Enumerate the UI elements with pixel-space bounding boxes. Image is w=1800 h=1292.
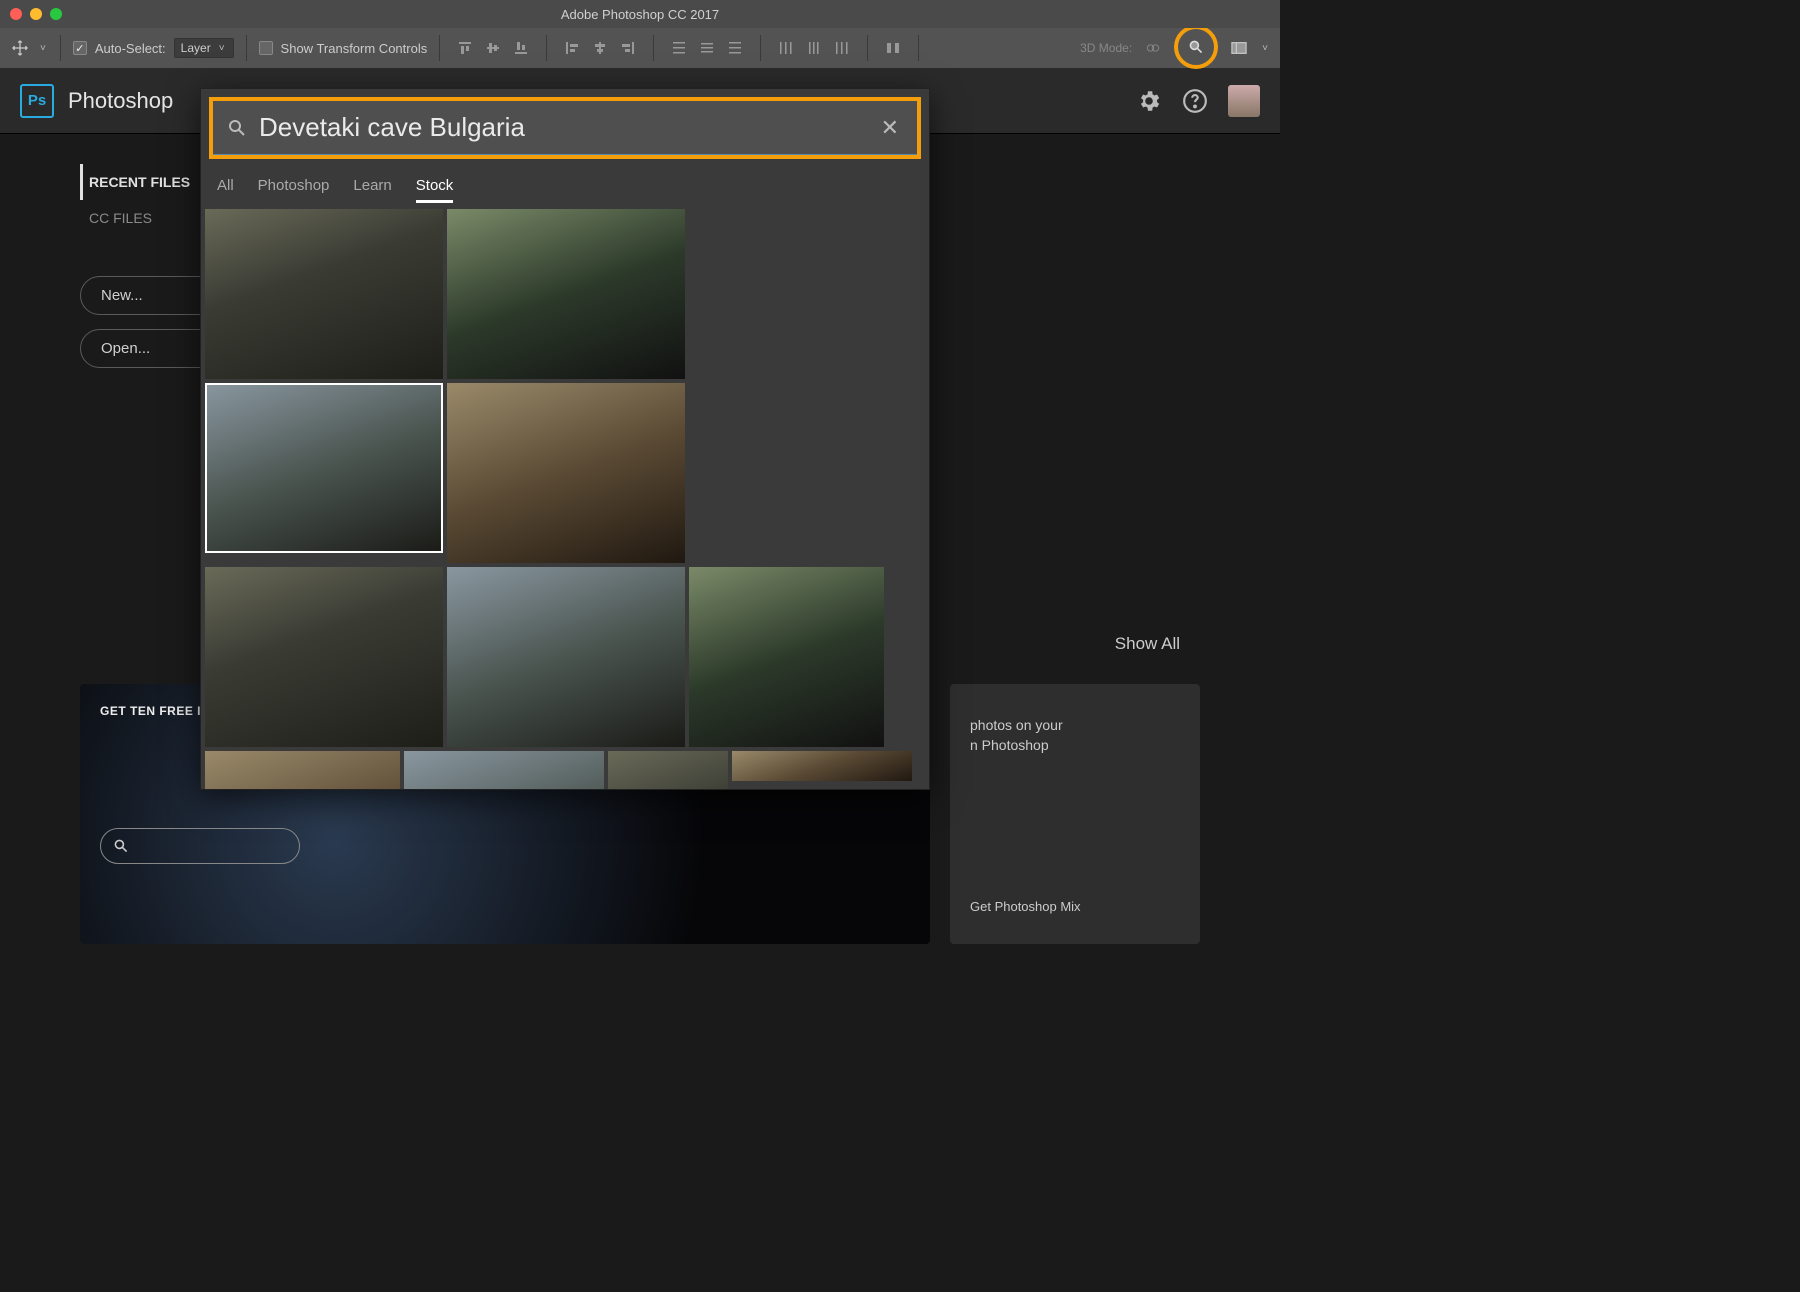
search-icon — [227, 118, 247, 138]
distribute-vcenter-icon[interactable] — [694, 35, 720, 61]
auto-select-label: Auto-Select: — [95, 41, 166, 56]
move-tool-icon[interactable] — [10, 38, 30, 58]
separator — [439, 35, 440, 61]
result-thumb[interactable] — [205, 209, 443, 379]
separator — [246, 35, 247, 61]
mode-3d-label: 3D Mode: — [1080, 41, 1132, 55]
search-panel: ✕ All Photoshop Learn Stock — [200, 88, 930, 790]
tab-learn[interactable]: Learn — [353, 177, 391, 203]
align-group-1 — [452, 35, 534, 61]
search-field: ✕ — [213, 101, 917, 155]
align-horizontal-centers-icon[interactable] — [587, 35, 613, 61]
distribute-hcenter-icon[interactable] — [801, 35, 827, 61]
separator — [546, 35, 547, 61]
result-thumb[interactable] — [447, 209, 685, 379]
search-field-highlight: ✕ — [209, 97, 921, 159]
result-thumb[interactable] — [205, 383, 443, 553]
app-name: Photoshop — [68, 88, 173, 114]
distribute-group-1 — [666, 35, 748, 61]
search-results — [201, 209, 929, 789]
tab-all[interactable]: All — [217, 177, 234, 203]
align-vertical-centers-icon[interactable] — [480, 35, 506, 61]
align-bottom-edges-icon[interactable] — [508, 35, 534, 61]
show-all-link[interactable]: Show All — [1115, 634, 1180, 654]
help-icon[interactable] — [1182, 88, 1208, 114]
result-thumb[interactable] — [447, 567, 685, 747]
auto-select-target-select[interactable]: Layer ˅ — [174, 38, 234, 58]
card-right[interactable]: photos on your n Photoshop Get Photoshop… — [950, 684, 1200, 944]
user-avatar[interactable] — [1228, 85, 1260, 117]
mode-3d-icon[interactable] — [1140, 35, 1166, 61]
result-thumb[interactable] — [732, 751, 912, 781]
result-thumb[interactable] — [205, 751, 400, 789]
separator — [867, 35, 868, 61]
separator — [760, 35, 761, 61]
window-title: Adobe Photoshop CC 2017 — [0, 7, 1280, 22]
separator — [60, 35, 61, 61]
workspace-switcher-icon[interactable] — [1226, 35, 1252, 61]
tab-photoshop[interactable]: Photoshop — [258, 177, 330, 203]
distribute-left-icon[interactable] — [773, 35, 799, 61]
distribute-bottom-icon[interactable] — [722, 35, 748, 61]
align-left-edges-icon[interactable] — [559, 35, 585, 61]
auto-select-target-value: Layer — [181, 41, 211, 55]
result-thumb[interactable] — [608, 751, 728, 789]
title-bar: Adobe Photoshop CC 2017 — [0, 0, 1280, 28]
result-thumb[interactable] — [447, 383, 685, 563]
distribute-group-2 — [773, 35, 855, 61]
chevron-down-icon: ˅ — [217, 43, 227, 54]
distribute-right-icon[interactable] — [829, 35, 855, 61]
zoom-window[interactable] — [50, 8, 62, 20]
search-button-highlight — [1174, 25, 1218, 69]
clear-search-icon[interactable]: ✕ — [877, 115, 903, 141]
search-icon[interactable] — [1183, 34, 1209, 60]
result-thumb[interactable] — [205, 567, 443, 747]
separator — [653, 35, 654, 61]
workspace-chevron-icon[interactable]: ˅ — [1260, 43, 1270, 54]
separator — [918, 35, 919, 61]
close-window[interactable] — [10, 8, 22, 20]
tool-preset-chevron-icon[interactable]: ˅ — [38, 43, 48, 54]
align-right-edges-icon[interactable] — [615, 35, 641, 61]
search-input[interactable] — [257, 111, 867, 144]
result-thumb[interactable] — [404, 751, 604, 789]
tab-stock[interactable]: Stock — [416, 177, 454, 203]
distribute-top-icon[interactable] — [666, 35, 692, 61]
card-link-mix[interactable]: Get Photoshop Mix — [970, 899, 1081, 914]
card-right-text: photos on your n Photoshop — [970, 716, 1180, 755]
window-controls — [0, 8, 62, 20]
show-transform-label: Show Transform Controls — [281, 41, 428, 56]
search-tabs: All Photoshop Learn Stock — [201, 167, 929, 209]
gear-icon[interactable] — [1136, 88, 1162, 114]
options-bar: ˅ Auto-Select: Layer ˅ Show Transform Co… — [0, 28, 1280, 68]
align-group-2 — [559, 35, 641, 61]
align-top-edges-icon[interactable] — [452, 35, 478, 61]
minimize-window[interactable] — [30, 8, 42, 20]
show-transform-checkbox[interactable] — [259, 41, 273, 55]
card-search-box[interactable] — [100, 828, 300, 864]
app-logo: Ps — [20, 84, 54, 118]
auto-align-icon[interactable] — [880, 35, 906, 61]
auto-select-checkbox[interactable] — [73, 41, 87, 55]
result-thumb[interactable] — [689, 567, 884, 747]
